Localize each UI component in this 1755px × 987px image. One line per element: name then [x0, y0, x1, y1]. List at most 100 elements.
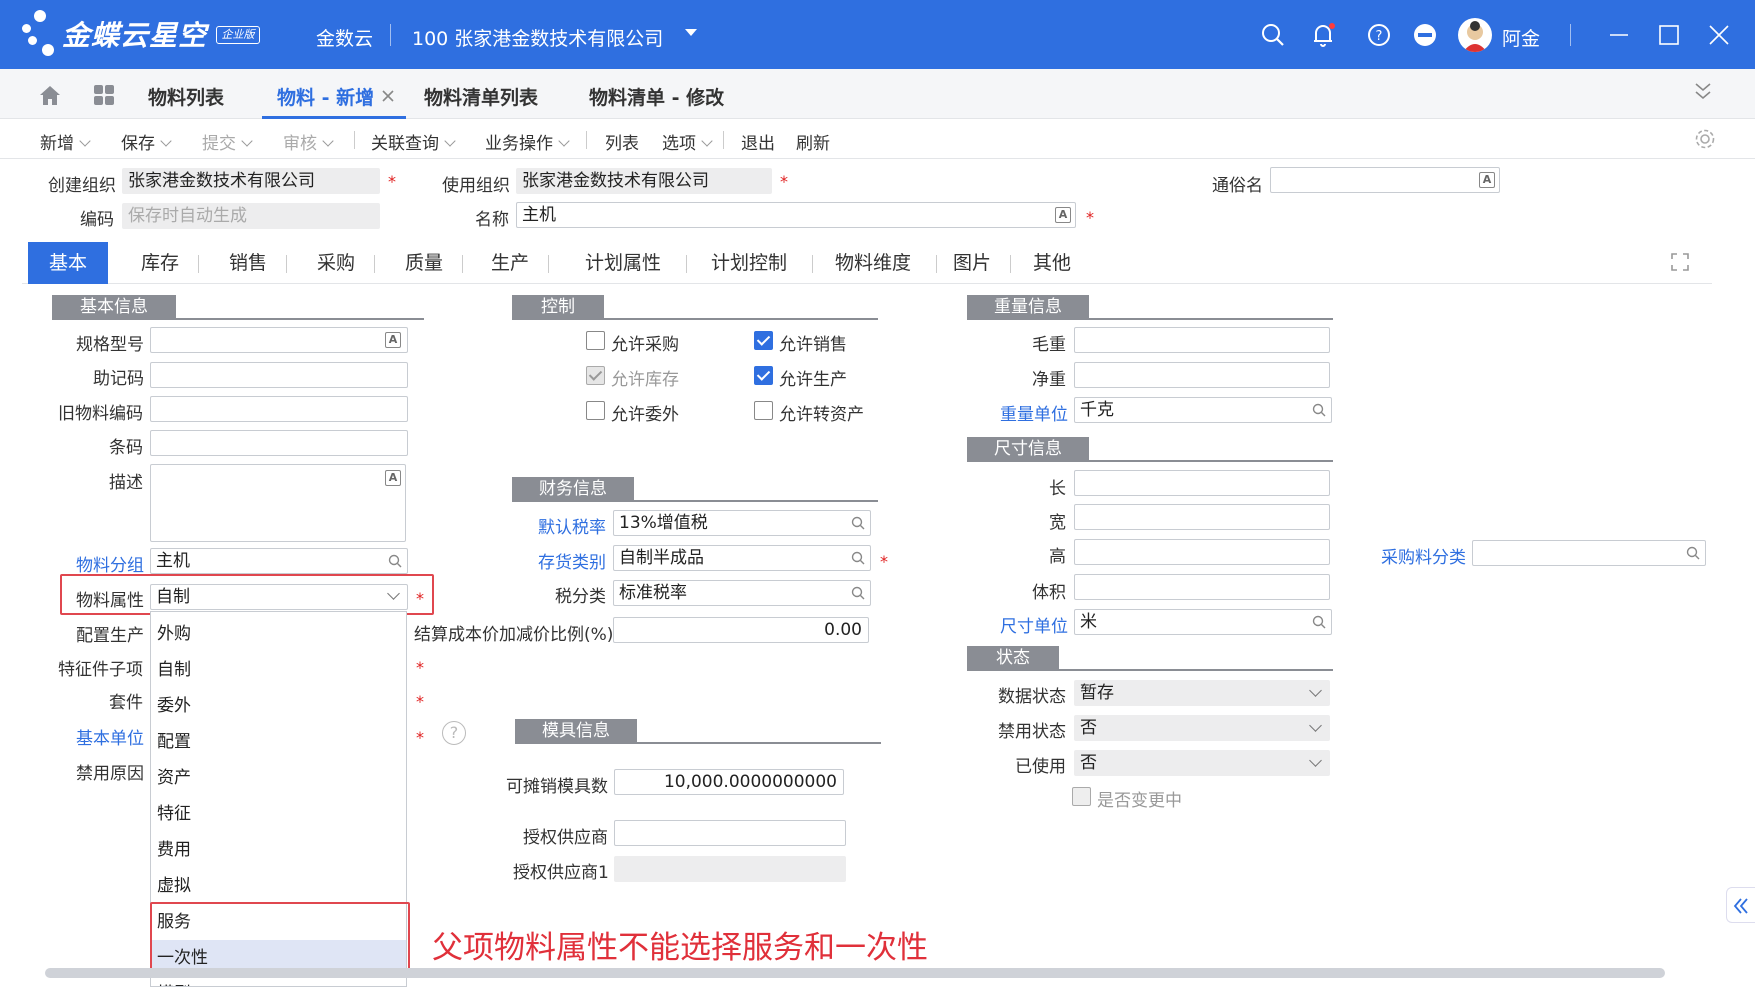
gross-weight-input[interactable]: [1074, 327, 1330, 353]
search-icon[interactable]: [851, 516, 865, 530]
dropdown-option[interactable]: 特征: [151, 796, 406, 832]
base-unit-label[interactable]: 基本单位: [76, 724, 144, 749]
old-code-input[interactable]: [150, 396, 408, 422]
weight-unit-label[interactable]: 重量单位: [1000, 400, 1068, 425]
tax-rate-label[interactable]: 默认税率: [538, 513, 606, 538]
subtab-inventory[interactable]: 库存: [130, 242, 190, 284]
mnemonic-input[interactable]: [150, 362, 408, 388]
purchase-category-label[interactable]: 采购料分类: [1381, 543, 1466, 568]
username[interactable]: 阿金: [1502, 24, 1540, 51]
options-button[interactable]: 选项: [662, 129, 713, 154]
save-button[interactable]: 保存: [121, 129, 172, 154]
search-icon[interactable]: [851, 551, 865, 565]
side-collapse-button[interactable]: [1726, 887, 1755, 923]
dropdown-option[interactable]: 费用: [151, 832, 406, 868]
help-icon[interactable]: ?: [442, 721, 466, 745]
bell-icon[interactable]: [1310, 22, 1336, 48]
subtab-sales[interactable]: 销售: [218, 242, 278, 284]
dropdown-option[interactable]: 外购: [151, 616, 406, 652]
tab-close-icon[interactable]: [381, 89, 395, 103]
business-op-button[interactable]: 业务操作: [485, 129, 570, 154]
auth-supplier-input[interactable]: [614, 820, 846, 846]
spec-input[interactable]: [150, 327, 408, 353]
allow-asset-checkbox[interactable]: [754, 401, 773, 420]
tab-material-new[interactable]: 物料 - 新增: [277, 83, 374, 110]
multilang-icon[interactable]: A: [1479, 172, 1495, 188]
stock-category-input[interactable]: 自制半成品: [613, 545, 871, 571]
submit-button[interactable]: 提交: [202, 129, 253, 154]
subtab-plan-attr[interactable]: 计划属性: [568, 242, 678, 284]
related-query-button[interactable]: 关联查询: [371, 129, 456, 154]
height-input[interactable]: [1074, 539, 1330, 565]
subtab-dimension[interactable]: 物料维度: [818, 242, 928, 284]
search-icon[interactable]: [1312, 615, 1326, 629]
list-button[interactable]: 列表: [605, 129, 639, 154]
fullscreen-icon[interactable]: [1670, 252, 1690, 272]
search-icon[interactable]: [1686, 546, 1700, 560]
allow-sales-checkbox[interactable]: [754, 331, 773, 350]
search-icon[interactable]: [851, 586, 865, 600]
length-input[interactable]: [1074, 470, 1330, 496]
material-group-label[interactable]: 物料分组: [76, 551, 144, 576]
double-chevron-down-icon[interactable]: [1694, 81, 1712, 101]
tax-category-input[interactable]: 标准税率: [613, 580, 871, 606]
subtab-picture[interactable]: 图片: [942, 242, 1002, 284]
org-dropdown-icon[interactable]: [684, 28, 698, 38]
apps-grid-icon[interactable]: [93, 84, 115, 106]
subtab-production[interactable]: 生产: [480, 242, 540, 284]
width-input[interactable]: [1074, 504, 1330, 530]
tab-material-list[interactable]: 物料列表: [148, 83, 224, 110]
search-icon[interactable]: [388, 554, 402, 568]
subtab-quality[interactable]: 质量: [394, 242, 454, 284]
avatar[interactable]: [1458, 18, 1492, 52]
subtab-purchase[interactable]: 采购: [306, 242, 366, 284]
org-switcher[interactable]: 100 张家港金数技术有限公司: [412, 24, 663, 51]
stock-category-label[interactable]: 存货类别: [538, 548, 606, 573]
tab-bom-edit[interactable]: 物料清单 - 修改: [589, 83, 724, 110]
multilang-icon[interactable]: A: [385, 470, 401, 486]
size-unit-label[interactable]: 尺寸单位: [1000, 612, 1068, 637]
tax-rate-input[interactable]: 13%增值税: [613, 510, 871, 536]
gear-icon[interactable]: [1694, 128, 1716, 150]
subtab-plan-control[interactable]: 计划控制: [694, 242, 804, 284]
new-button[interactable]: 新增: [40, 129, 91, 154]
audit-button[interactable]: 审核: [283, 129, 334, 154]
home-icon[interactable]: [38, 84, 62, 106]
multilang-icon[interactable]: A: [385, 332, 401, 348]
material-group-input[interactable]: 主机: [150, 548, 408, 574]
mold-count-input[interactable]: 10,000.0000000000: [614, 769, 844, 795]
dropdown-option[interactable]: 虚拟: [151, 868, 406, 904]
barcode-input[interactable]: [150, 430, 408, 456]
weight-unit-input[interactable]: 千克: [1074, 397, 1332, 423]
search-icon[interactable]: [1312, 403, 1326, 417]
allow-purchase-checkbox[interactable]: [586, 331, 605, 350]
minimize-icon[interactable]: [1606, 22, 1632, 48]
dropdown-option[interactable]: 自制: [151, 652, 406, 688]
maximize-icon[interactable]: [1656, 22, 1682, 48]
refresh-button[interactable]: 刷新: [796, 129, 830, 154]
dropdown-option[interactable]: 委外: [151, 688, 406, 724]
horizontal-scrollbar[interactable]: [45, 968, 1665, 978]
volume-input[interactable]: [1074, 574, 1330, 600]
alias-input[interactable]: [1270, 167, 1500, 193]
exit-button[interactable]: 退出: [741, 129, 775, 154]
desc-textarea[interactable]: [150, 464, 406, 542]
close-icon[interactable]: [1706, 22, 1732, 48]
product-name[interactable]: 金数云: [316, 24, 373, 51]
purchase-category-input[interactable]: [1472, 540, 1706, 566]
name-input[interactable]: 主机: [516, 202, 1076, 228]
size-unit-input[interactable]: 米: [1074, 609, 1332, 635]
help-icon[interactable]: ?: [1366, 22, 1392, 48]
allow-outsource-checkbox[interactable]: [586, 401, 605, 420]
allow-produce-checkbox[interactable]: [754, 366, 773, 385]
dropdown-option[interactable]: 配置: [151, 724, 406, 760]
search-icon[interactable]: [1260, 22, 1286, 48]
dropdown-option[interactable]: 资产: [151, 760, 406, 796]
cost-ratio-input[interactable]: 0.00: [613, 617, 869, 643]
net-weight-input[interactable]: [1074, 362, 1330, 388]
minus-circle-icon[interactable]: [1412, 22, 1438, 48]
tab-bom-list[interactable]: 物料清单列表: [424, 83, 538, 110]
subtab-basic[interactable]: 基本: [28, 242, 108, 284]
subtab-other[interactable]: 其他: [1022, 242, 1082, 284]
multilang-icon[interactable]: A: [1055, 207, 1071, 223]
